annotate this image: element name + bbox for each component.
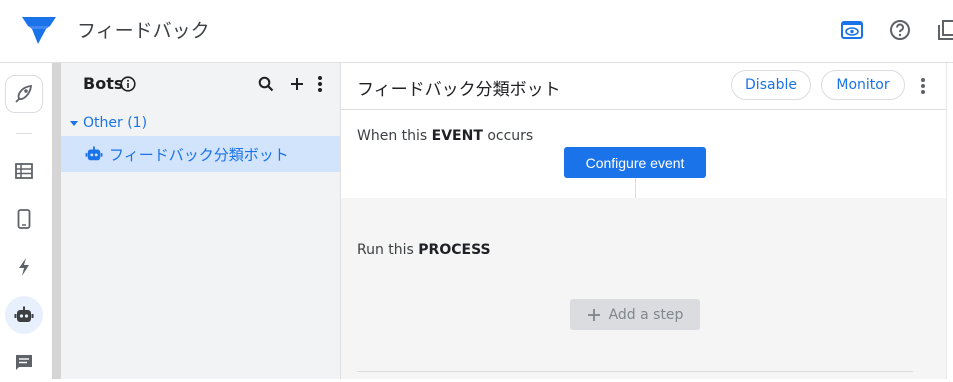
- rocket-icon[interactable]: [5, 75, 43, 113]
- bolt-icon[interactable]: [5, 248, 43, 286]
- plus-icon: [587, 308, 600, 321]
- search-icon[interactable]: [257, 75, 275, 93]
- bot-title: フィードバック分類ボット: [357, 80, 561, 100]
- bot-list-item[interactable]: フィードバック分類ボット: [61, 136, 340, 172]
- bots-panel-title: Bots: [83, 74, 124, 93]
- preview-eye-icon[interactable]: [840, 18, 864, 42]
- process-section: Run this PROCESS Add a step: [341, 198, 946, 379]
- monitor-button[interactable]: Monitor: [821, 70, 905, 100]
- process-heading: Run this PROCESS: [357, 242, 491, 258]
- event-section: When this EVENT occurs Configure event: [341, 110, 946, 198]
- right-scroll-edge[interactable]: [946, 63, 953, 379]
- appsheet-logo-icon: [22, 17, 56, 44]
- process-keyword: PROCESS: [418, 242, 491, 258]
- rail-divider: [16, 133, 32, 134]
- add-step-button[interactable]: Add a step: [570, 299, 700, 330]
- phone-icon[interactable]: [5, 200, 43, 238]
- chat-icon[interactable]: [5, 344, 43, 382]
- bot-group-label: Other (1): [83, 115, 148, 131]
- info-icon[interactable]: [120, 76, 136, 92]
- help-icon[interactable]: [888, 18, 912, 42]
- rail-scrollbar[interactable]: [52, 63, 61, 379]
- disable-button[interactable]: Disable: [731, 70, 811, 100]
- bots-panel: Bots Other (1) フィードバック分類ボット: [61, 63, 341, 379]
- more-vert-icon[interactable]: [913, 76, 933, 96]
- robot-icon: [85, 146, 103, 161]
- flow-connector: [635, 178, 636, 198]
- bot-editor-header: フィードバック分類ボット Disable Monitor: [341, 63, 946, 110]
- app-title: フィードバック: [77, 20, 210, 42]
- event-heading: When this EVENT occurs: [357, 128, 534, 144]
- bot-list-item-label: フィードバック分類ボット: [109, 145, 289, 164]
- caret-down-icon: [70, 121, 78, 126]
- bot-group-other[interactable]: Other (1): [69, 115, 147, 131]
- add-step-label: Add a step: [608, 306, 684, 323]
- robot-icon[interactable]: [5, 296, 43, 334]
- event-keyword: EVENT: [431, 128, 483, 144]
- more-vert-icon[interactable]: [311, 75, 329, 93]
- add-icon[interactable]: [288, 75, 306, 93]
- table-icon[interactable]: [5, 152, 43, 190]
- configure-event-button[interactable]: Configure event: [564, 147, 706, 178]
- left-navigation-rail: [0, 63, 52, 379]
- top-app-bar: フィードバック: [0, 0, 953, 63]
- section-divider: [357, 371, 913, 372]
- copy-icon[interactable]: [936, 18, 953, 42]
